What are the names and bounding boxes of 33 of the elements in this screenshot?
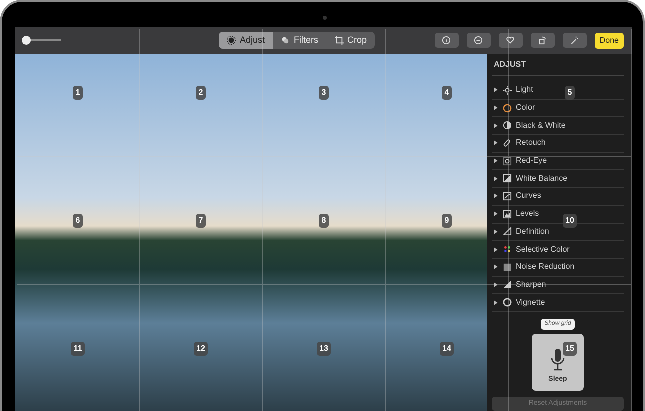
sidebar-heading: ADJUST xyxy=(492,57,624,76)
adjustment-item[interactable]: White Balance xyxy=(492,170,624,188)
minus-circle-button[interactable] xyxy=(466,33,491,48)
camera-icon xyxy=(323,16,327,20)
rotate-button[interactable] xyxy=(530,33,555,48)
info-icon xyxy=(442,36,452,45)
info-button[interactable] xyxy=(434,33,459,48)
adjustment-item[interactable]: Sharpen xyxy=(492,276,624,294)
minus-circle-icon xyxy=(474,36,484,45)
ring-icon xyxy=(503,104,512,113)
adjustment-item[interactable]: Curves xyxy=(492,188,624,206)
rotate-icon xyxy=(538,36,548,45)
adjustment-item[interactable]: Red-Eye xyxy=(492,152,624,170)
adjustment-item[interactable]: Vignette xyxy=(492,294,624,312)
circles-icon xyxy=(281,36,290,45)
adjustment-item[interactable]: Retouch xyxy=(492,135,624,153)
tab[interactable]: Filters xyxy=(273,32,327,50)
adjustment-item[interactable]: Noise Reduction xyxy=(492,258,624,277)
wand-button[interactable] xyxy=(562,33,587,48)
wand-icon xyxy=(570,36,580,45)
heart-button[interactable] xyxy=(498,33,523,48)
adjust-icon xyxy=(227,36,236,45)
dots-icon xyxy=(503,245,512,254)
adjustment-item[interactable]: Color xyxy=(492,100,624,118)
adjustment-item[interactable]: Selective Color xyxy=(492,241,624,259)
tab[interactable]: Crop xyxy=(326,32,376,50)
crop-icon xyxy=(334,36,344,45)
adjustment-item[interactable]: Black & White xyxy=(492,117,624,136)
tab[interactable]: Adjust xyxy=(219,32,274,50)
heart-icon xyxy=(506,36,516,45)
microphone-icon xyxy=(550,348,566,372)
done-button[interactable]: Done xyxy=(594,32,624,48)
slider-thumb[interactable] xyxy=(22,36,32,45)
